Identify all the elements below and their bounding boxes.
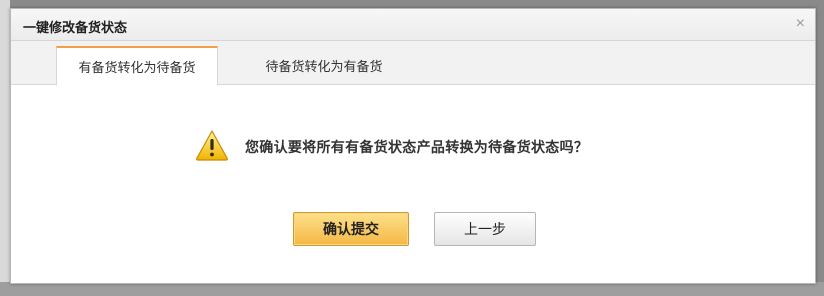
tab-label: 待备货转化为有备货 xyxy=(265,59,383,74)
warning-icon xyxy=(196,130,228,161)
tab-pending-to-in-stock[interactable]: 待备货转化为有备货 xyxy=(243,46,405,85)
close-icon[interactable]: × xyxy=(796,15,805,33)
tab-in-stock-to-pending[interactable]: 有备货转化为待备货 xyxy=(56,46,218,86)
tab-label: 有备货转化为待备货 xyxy=(78,60,196,75)
dialog-content: 您确认要将所有有备货状态产品转换为待备货状态吗？ 确认提交 上一步 xyxy=(11,85,815,285)
tab-bar: 有备货转化为待备货 待备货转化为有备货 xyxy=(11,41,815,86)
dialog-title: 一键修改备货状态 xyxy=(23,20,128,35)
background-page-edge xyxy=(0,0,10,296)
previous-step-button[interactable]: 上一步 xyxy=(434,212,536,246)
dialog-titlebar: 一键修改备货状态 × xyxy=(11,9,815,41)
modify-stock-status-dialog: 一键修改备货状态 × 有备货转化为待备货 待备货转化为有备货 您确认要将所有有备… xyxy=(10,8,816,284)
confirm-submit-button[interactable]: 确认提交 xyxy=(293,212,409,246)
confirm-message: 您确认要将所有有备货状态产品转换为待备货状态吗？ xyxy=(245,139,589,155)
